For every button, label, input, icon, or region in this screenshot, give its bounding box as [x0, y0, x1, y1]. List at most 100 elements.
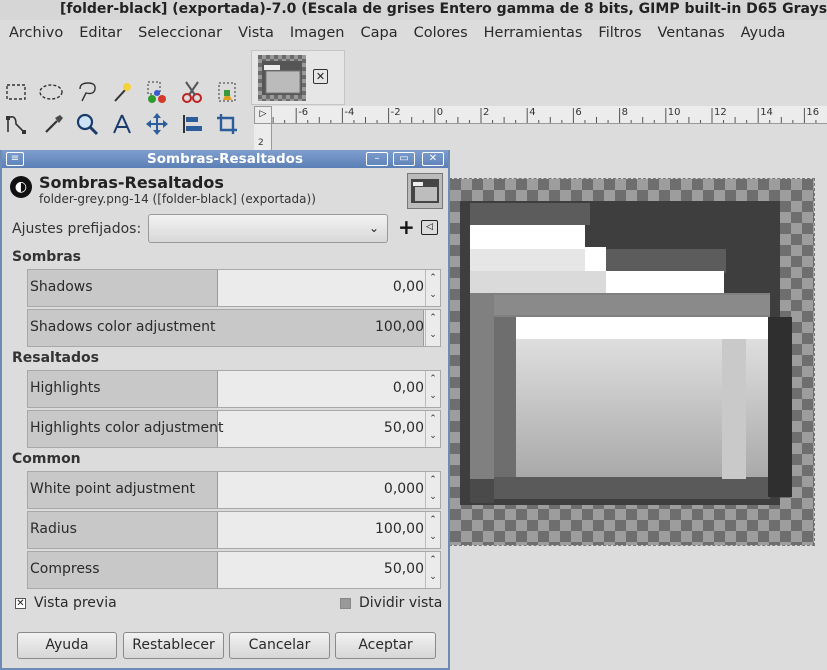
menu-seleccionar[interactable]: Seleccionar [130, 25, 230, 41]
menu-herramientas[interactable]: Herramientas [476, 25, 591, 41]
ruler-tick-label: 4 [529, 107, 536, 118]
slider-label: Compress [30, 561, 100, 577]
radius-slider[interactable]: Radius 100,00 ⌃ ⌄ [27, 511, 441, 549]
shadows-slider[interactable]: Shadows 0,00 ⌃ ⌄ [27, 269, 441, 307]
ruler-tick-label: 6 [575, 107, 582, 118]
help-button[interactable]: Ayuda [17, 632, 117, 659]
color-picker-tool-icon[interactable] [40, 111, 66, 137]
ok-button[interactable]: Aceptar [335, 632, 436, 659]
slider-value[interactable]: 50,00 [384, 561, 424, 577]
split-view-checkbox[interactable] [340, 598, 351, 609]
slider-value[interactable]: 0,00 [393, 380, 424, 396]
preview-checkbox[interactable]: ✕ [15, 598, 26, 609]
slider-value[interactable]: 100,00 [375, 319, 424, 335]
fuzzy-select-tool-icon[interactable] [109, 79, 135, 105]
ruler-tick-label: 10 [667, 107, 681, 118]
gimp-window: [folder-black] (exportada)-7.0 (Escala d… [0, 0, 827, 670]
preset-menu-icon[interactable]: ◁ [421, 220, 438, 235]
highlights-slider[interactable]: Highlights 0,00 ⌃ ⌄ [27, 370, 441, 408]
ruler-tick-label: -2 [390, 107, 401, 118]
slider-label: Shadows color adjustment [30, 319, 216, 335]
spin-arrows-icon[interactable]: ⌃ ⌄ [425, 411, 440, 447]
crop-tool-icon[interactable] [214, 111, 240, 137]
slider-label: Radius [30, 521, 77, 537]
select-by-color-tool-icon[interactable] [144, 79, 170, 105]
menu-filtros[interactable]: Filtros [590, 25, 649, 41]
chevron-down-icon: ⌄ [368, 221, 379, 235]
dialog-image-thumbnail [407, 173, 443, 209]
window-title: [folder-black] (exportada)-7.0 (Escala d… [0, 0, 827, 20]
menubar: Archivo Editar Seleccionar Vista Imagen … [0, 20, 827, 46]
menu-archivo[interactable]: Archivo [0, 25, 71, 41]
ellipse-select-tool-icon[interactable] [38, 79, 64, 105]
menu-ayuda[interactable]: Ayuda [733, 25, 794, 41]
ruler-tick-label: 8 [621, 107, 628, 118]
ruler-tick-label: 14 [760, 107, 773, 118]
folder-image [450, 179, 814, 545]
maximize-icon[interactable]: ▭ [393, 152, 415, 166]
shadows-color-slider[interactable]: Shadows color adjustment 100,00 ⌃ ⌄ [27, 309, 441, 347]
cancel-button[interactable]: Cancelar [229, 632, 330, 659]
section-resaltados: Resaltados [12, 350, 99, 366]
slider-value[interactable]: 100,00 [375, 521, 424, 537]
window-menu-icon[interactable]: ≡ [6, 152, 24, 166]
ruler-tick-label: 2 [483, 107, 490, 118]
spin-arrows-icon[interactable]: ⌃ ⌄ [425, 371, 440, 407]
spin-arrows-icon[interactable]: ⌃ ⌄ [425, 552, 440, 588]
spin-arrows-icon[interactable]: ⌃ ⌄ [425, 310, 440, 346]
slider-value[interactable]: 50,00 [384, 420, 424, 436]
dialog-heading: Sombras-Resaltados [39, 173, 224, 192]
split-view-label: Dividir vista [359, 595, 443, 611]
reset-button[interactable]: Restablecer [123, 632, 224, 659]
preview-label: Vista previa [34, 595, 117, 611]
ruler-tick-label: 12 [714, 107, 727, 118]
slider-label: Highlights [30, 380, 101, 396]
scissors-tool-icon[interactable] [179, 79, 205, 105]
slider-label: White point adjustment [30, 481, 195, 497]
close-icon[interactable]: ✕ [313, 69, 328, 84]
minimize-icon[interactable]: – [366, 152, 388, 166]
zoom-tool-icon[interactable] [74, 111, 100, 137]
slider-label: Highlights color adjustment [30, 420, 224, 436]
image-canvas[interactable] [449, 178, 815, 546]
ruler-tick-label: 16 [806, 107, 820, 118]
presets-label: Ajustes prefijados: [12, 221, 142, 237]
vertical-ruler-tick: 2 [258, 138, 264, 148]
ruler-tick-label: 0 [436, 107, 444, 118]
spin-arrows-icon[interactable]: ⌃ ⌄ [425, 472, 440, 508]
measure-tool-icon[interactable] [109, 111, 135, 137]
shadows-highlights-icon: ◐ [10, 176, 32, 198]
paths-tool-icon[interactable] [3, 111, 29, 137]
menu-imagen[interactable]: Imagen [282, 25, 353, 41]
toolbox [0, 48, 250, 152]
slider-value[interactable]: 0,000 [384, 481, 424, 497]
lasso-tool-icon[interactable] [74, 79, 100, 105]
white-point-slider[interactable]: White point adjustment 0,000 ⌃ ⌄ [27, 471, 441, 509]
compress-slider[interactable]: Compress 50,00 ⌃ ⌄ [27, 551, 441, 589]
section-sombras: Sombras [12, 249, 81, 265]
shadows-highlights-dialog: Sombras-Resaltados ≡ – ▭ ✕ ◐ Sombras-Res… [0, 150, 450, 670]
horizontal-ruler: -8-6-4-20246810121416 [272, 106, 827, 124]
ruler-tick-label: -4 [344, 107, 355, 118]
spin-arrows-icon[interactable]: ⌃ ⌄ [425, 270, 440, 306]
align-tool-icon[interactable] [179, 111, 205, 137]
image-tab[interactable]: ✕ [251, 50, 345, 105]
ruler-corner-icon[interactable]: ▷ [254, 106, 272, 124]
rect-select-tool-icon[interactable] [3, 79, 29, 105]
slider-value[interactable]: 0,00 [393, 279, 424, 295]
menu-colores[interactable]: Colores [406, 25, 476, 41]
dialog-subtitle: folder-grey.png-14 ([folder-black] (expo… [39, 192, 316, 206]
move-tool-icon[interactable] [144, 111, 170, 137]
ruler-tick-label: -6 [298, 107, 309, 118]
menu-editar[interactable]: Editar [71, 25, 130, 41]
add-preset-icon[interactable]: + [398, 216, 415, 238]
foreground-select-tool-icon[interactable] [214, 79, 240, 105]
menu-capa[interactable]: Capa [353, 25, 406, 41]
section-common: Common [12, 451, 81, 467]
spin-arrows-icon[interactable]: ⌃ ⌄ [425, 512, 440, 548]
highlights-color-slider[interactable]: Highlights color adjustment 50,00 ⌃ ⌄ [27, 410, 441, 448]
menu-vista[interactable]: Vista [230, 25, 282, 41]
close-dialog-icon[interactable]: ✕ [422, 152, 444, 166]
presets-combo[interactable]: ⌄ [148, 214, 388, 243]
menu-ventanas[interactable]: Ventanas [650, 25, 733, 41]
